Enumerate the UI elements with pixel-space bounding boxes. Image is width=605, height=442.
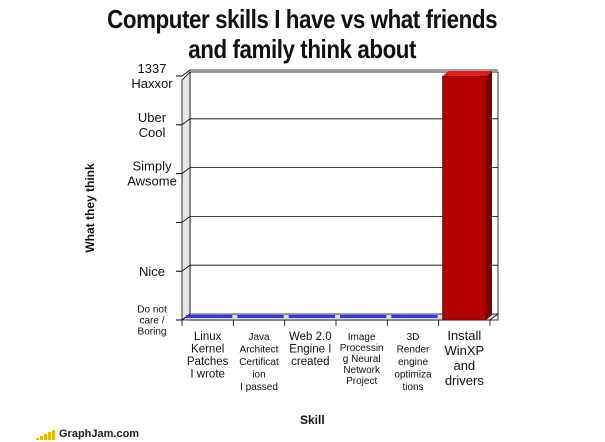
bar-chart: Do not care / Boring Nice Simply Awsome Uber Co… (127, 61, 500, 393)
x-tick-label-line: Patches (187, 356, 229, 368)
y-tick-label-line: Awsome (127, 174, 177, 189)
x-tick-label-line: optimiza (394, 370, 432, 381)
x-tick-label-line: Kernel (191, 344, 224, 356)
x-tick-label-line: Linux (194, 331, 222, 343)
x-tick-label-line: 3D (407, 332, 420, 343)
x-tick-label: Install WinXP and drivers (444, 328, 484, 388)
x-tick-label-line: tions (402, 382, 423, 393)
bar (340, 315, 387, 318)
x-tick-label-line: Render (397, 345, 430, 356)
x-tick-label-line: Processin (340, 343, 384, 354)
x-tick-label-line: Certificat (239, 357, 279, 368)
bar (186, 315, 233, 318)
x-tick-label: Java Architect Certificat ion I passed (239, 332, 279, 393)
x-tick-label-line: created (291, 356, 329, 368)
y-tick-label: Nice (139, 264, 165, 279)
x-tick-label-line: drivers (445, 373, 485, 388)
x-tick-label-line: Java (248, 332, 270, 343)
x-tick-label-line: I wrote (190, 369, 225, 381)
x-tick-label: 3D Render engine optimiza tions (394, 332, 432, 393)
y-tick-label-line: Simply (132, 159, 172, 174)
x-tick-label-line: engine (398, 357, 428, 368)
y-tick-label: 1337 Haxxor (131, 61, 173, 91)
bar (237, 315, 284, 318)
y-tick-label-line: Haxxor (131, 76, 173, 91)
site-name: GraphJam.com (59, 428, 140, 440)
x-tick-label-line: and (453, 358, 475, 373)
bar-side (486, 71, 492, 320)
y-tick-label-line: 1337 (138, 61, 167, 76)
x-tick-label-line: Engine I (289, 344, 331, 356)
bar (391, 315, 438, 318)
x-tick-label-line: Network (343, 365, 381, 376)
site-footer: GraphJam.com (36, 424, 139, 440)
graphjam-logo-icon (36, 430, 55, 440)
x-tick-label-line: I passed (240, 382, 278, 393)
x-tick-label-line: Install (447, 328, 481, 343)
x-tick-label-line: Image (348, 332, 376, 343)
y-tick-label: Do not care / Boring (137, 305, 167, 338)
y-tick-label: Simply Awsome (127, 159, 177, 189)
bar (442, 75, 487, 321)
x-tick-label-line: Web 2.0 (289, 331, 332, 343)
y-tick-label-line: Do not (137, 305, 167, 316)
x-tick-label: Image Processin g Neural Network Project (340, 332, 384, 387)
x-tick-label: Web 2.0 Engine Icreated (289, 331, 332, 368)
x-tick-label-line: WinXP (444, 343, 484, 358)
x-tick-label: Linux Kernel Patches I wrote (187, 331, 229, 381)
y-tick-label-line: care / (139, 316, 164, 327)
bar (288, 315, 335, 318)
bar-top (442, 71, 492, 76)
y-tick-label-line: Nice (139, 264, 165, 279)
y-tick-label: Uber Cool (138, 110, 167, 140)
y-tick-label-line: Boring (138, 327, 167, 338)
plot-side-wall (181, 71, 191, 321)
x-tick-label-line: Architect (240, 345, 279, 356)
x-tick-label-line: Project (346, 376, 377, 387)
y-tick-label-line: Cool (139, 125, 166, 140)
y-tick-label-line: Uber (138, 110, 167, 125)
x-tick-label-line: g Neural (343, 354, 381, 365)
x-tick-label-line: ion (252, 370, 265, 381)
